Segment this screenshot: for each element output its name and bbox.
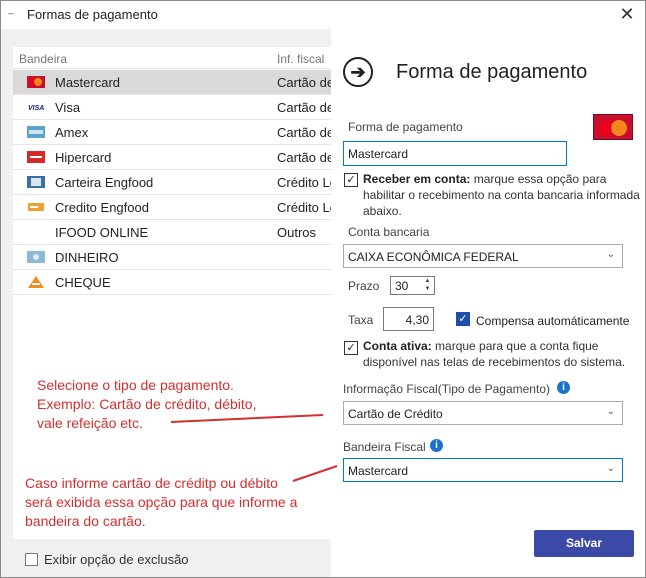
annotation-arrow-line: [170, 414, 324, 423]
annotation-arrow-line: [292, 465, 338, 482]
annotation-arrows: [170, 414, 338, 482]
payment-methods-window: _ Formas de pagamento ✕ Bandeira Inf. fi…: [0, 0, 646, 578]
